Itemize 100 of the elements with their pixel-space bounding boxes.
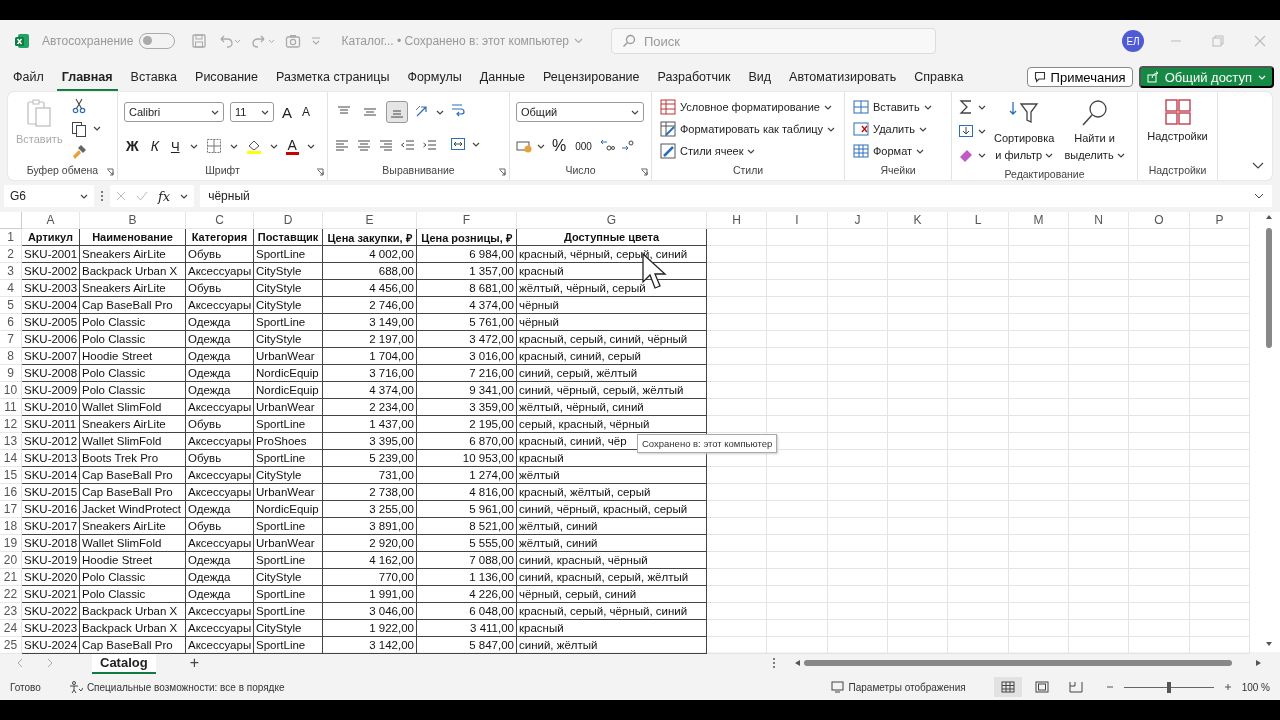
caret-icon[interactable] (180, 193, 189, 199)
add-sheet-button[interactable]: + (189, 654, 199, 672)
caret-icon[interactable] (211, 109, 219, 115)
format-painter-icon[interactable] (70, 143, 87, 160)
row-header[interactable]: 7 (0, 331, 22, 348)
fill-down-icon[interactable] (958, 123, 974, 139)
row-header[interactable]: 16 (0, 484, 22, 501)
menu-tab[interactable]: Рисование (190, 63, 263, 91)
column-header[interactable]: P (1190, 212, 1250, 229)
row-header[interactable]: 4 (0, 280, 22, 297)
column-header[interactable]: N (1069, 212, 1129, 229)
row-header[interactable]: 18 (0, 518, 22, 535)
column-header[interactable]: A (22, 212, 80, 229)
thousands-button[interactable]: 000 (573, 135, 594, 157)
menu-tab[interactable]: Данные (474, 63, 530, 91)
caret-icon[interactable] (189, 143, 198, 149)
row-header[interactable]: 5 (0, 297, 22, 314)
shrink-font-button[interactable]: A (300, 101, 313, 123)
caret-icon[interactable] (261, 109, 269, 115)
dialog-launcher-icon[interactable] (106, 168, 114, 176)
name-box[interactable]: G6 (4, 185, 94, 207)
caret-icon[interactable] (1116, 152, 1125, 158)
caret-icon[interactable] (631, 109, 639, 115)
column-header[interactable]: J (828, 212, 888, 229)
row-header[interactable]: 13 (0, 433, 22, 450)
menu-tab[interactable]: Разработчик (652, 63, 736, 91)
caret-icon[interactable] (269, 143, 278, 149)
column-header[interactable]: D (254, 212, 323, 229)
caret-icon[interactable] (978, 128, 986, 134)
row-header[interactable]: 19 (0, 535, 22, 552)
sum-icon[interactable] (958, 99, 974, 115)
styles-menu-button[interactable]: Стили ячеек (658, 140, 838, 162)
row-header[interactable]: 11 (0, 399, 22, 416)
row-header[interactable]: 1 (0, 229, 22, 246)
display-settings-button[interactable]: Параметры отображения (848, 681, 966, 693)
font-name-field[interactable]: Calibri (124, 102, 224, 122)
column-header[interactable]: E (323, 212, 417, 229)
row-header[interactable]: 14 (0, 450, 22, 467)
cells-menu-button[interactable]: Формат (851, 140, 934, 162)
row-header[interactable]: 25 (0, 637, 22, 654)
merge-cells-icon[interactable] (450, 136, 466, 152)
column-header[interactable]: M (1009, 212, 1069, 229)
zoom-in-icon[interactable] (1223, 683, 1232, 691)
row-header[interactable]: 20 (0, 552, 22, 569)
scissors-icon[interactable] (70, 98, 87, 115)
styles-menu-button[interactable]: Форматировать как таблицу (658, 118, 838, 140)
column-header[interactable]: C (186, 212, 254, 229)
align-right-icon[interactable] (378, 138, 394, 154)
caret-icon[interactable] (747, 148, 756, 154)
increase-decimal-icon[interactable] (598, 138, 615, 154)
user-avatar[interactable]: ЕЛ (1122, 30, 1144, 52)
percent-button[interactable]: % (550, 135, 569, 157)
align-left-icon[interactable] (334, 138, 350, 154)
row-header[interactable]: 8 (0, 348, 22, 365)
fill-color-icon[interactable] (245, 138, 262, 154)
row-header[interactable]: 9 (0, 365, 22, 382)
normal-view-button[interactable] (993, 677, 1022, 697)
caret-icon[interactable] (80, 193, 88, 199)
menu-tab[interactable]: Формулы (402, 63, 467, 91)
formula-field[interactable]: чёрный (200, 185, 1272, 207)
comments-button[interactable]: Примечания (1026, 67, 1133, 87)
styles-menu-button[interactable]: Условное форматирование (658, 96, 838, 118)
insert-function-button[interactable]: fx (158, 188, 171, 204)
caret-icon[interactable] (537, 143, 545, 149)
column-header[interactable]: K (888, 212, 948, 229)
column-header[interactable]: G (517, 212, 707, 229)
bold-button[interactable]: Ж (124, 135, 141, 157)
row-header[interactable]: 6 (0, 314, 22, 331)
dialog-launcher-icon[interactable] (316, 168, 324, 176)
menu-tab[interactable]: Справка (909, 63, 969, 91)
row-header[interactable]: 12 (0, 416, 22, 433)
caret-icon[interactable] (916, 148, 925, 154)
caret-icon[interactable] (229, 143, 238, 149)
column-header[interactable]: O (1129, 212, 1190, 229)
underline-button[interactable]: Ч (168, 135, 182, 157)
copy-icon[interactable] (70, 121, 87, 137)
caret-icon[interactable] (923, 104, 932, 110)
row-header[interactable]: 17 (0, 501, 22, 518)
accessibility-status[interactable]: Специальные возможности: все в порядке (86, 681, 285, 693)
menu-tab[interactable]: Вставка (125, 63, 183, 91)
eraser-icon[interactable] (958, 147, 974, 163)
column-header[interactable]: H (707, 212, 767, 229)
row-header[interactable]: 15 (0, 467, 22, 484)
menu-tab[interactable]: Главная (56, 63, 118, 91)
menu-tab[interactable]: Автоматизировать (784, 63, 902, 91)
more-options-icon[interactable] (100, 190, 104, 202)
menu-tab[interactable]: Рецензирование (538, 63, 645, 91)
row-header[interactable]: 2 (0, 246, 22, 263)
column-header[interactable]: B (80, 212, 186, 229)
caret-icon[interactable] (978, 104, 986, 110)
row-header[interactable]: 10 (0, 382, 22, 399)
borders-icon[interactable] (205, 138, 222, 154)
wrap-text-icon[interactable] (450, 102, 466, 118)
find-select-button[interactable]: Найти и выделить (1062, 96, 1127, 166)
caret-icon[interactable] (92, 126, 101, 132)
menu-tab[interactable]: Файл (8, 63, 49, 91)
number-format-field[interactable]: Общий (516, 102, 644, 122)
expand-icon[interactable] (1254, 193, 1264, 199)
collapse-ribbon-icon[interactable] (1252, 162, 1264, 170)
align-center-icon[interactable] (356, 138, 372, 154)
